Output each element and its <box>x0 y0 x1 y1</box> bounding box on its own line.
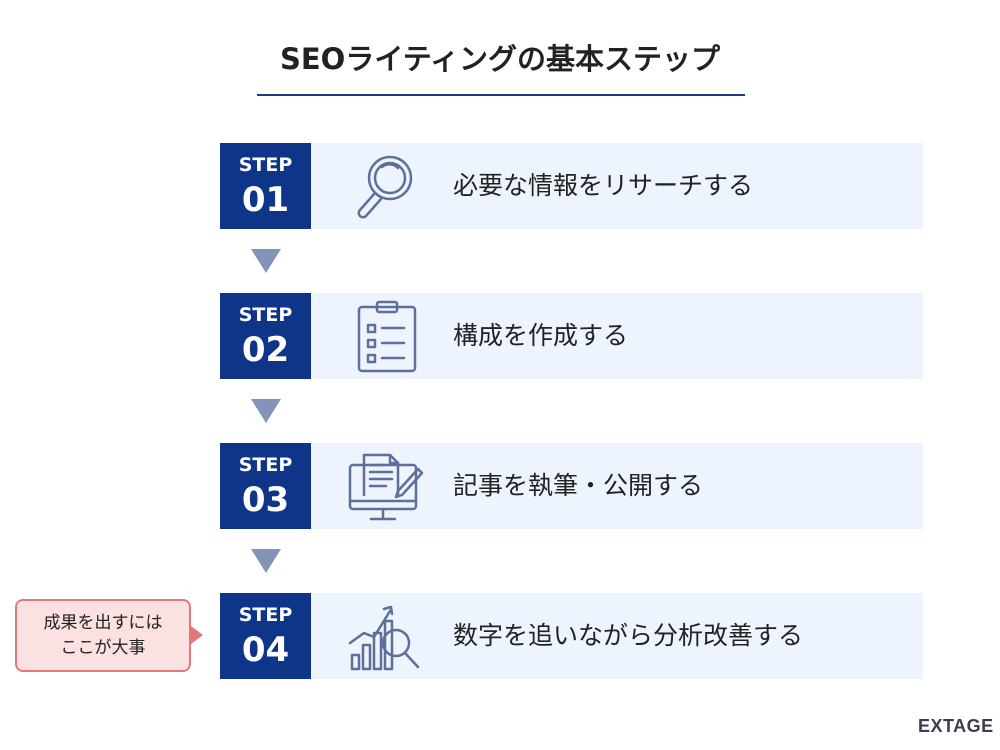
step-badge: STEP 04 <box>220 593 311 679</box>
step-text: 数字を追いながら分析改善する <box>453 621 804 650</box>
step-panel: 記事を執筆・公開する <box>311 443 923 529</box>
callout-line-2: ここが大事 <box>60 638 146 658</box>
step-row-04: STEP 04 数字を追いながら分析改善する <box>220 593 923 679</box>
callout-line-1: 成果を出すには <box>43 613 163 633</box>
step-number: 03 <box>241 480 290 520</box>
step-row-03: STEP 03 記事を執筆・公開する <box>220 443 923 529</box>
step-panel: 必要な情報をリサーチする <box>311 143 923 229</box>
step-number: 01 <box>241 180 290 220</box>
callout-pointer <box>191 626 203 644</box>
step-panel: 数字を追いながら分析改善する <box>311 593 923 679</box>
step-text: 記事を執筆・公開する <box>453 471 704 500</box>
page-title: SEOライティングの基本ステップ <box>279 42 721 76</box>
step-label: STEP <box>238 304 293 326</box>
step-label: STEP <box>238 604 293 626</box>
step-row-02: STEP 02 構成を作成する <box>220 293 923 379</box>
brand-logo: EXTAGE <box>918 716 994 736</box>
down-arrow-icon <box>251 249 281 273</box>
step-badge: STEP 02 <box>220 293 311 379</box>
step-text: 構成を作成する <box>453 321 629 350</box>
monitor-document-pen-icon <box>348 453 424 521</box>
step-row-01: STEP 01 必要な情報をリサーチする <box>220 143 923 229</box>
step-label: STEP <box>238 154 293 176</box>
down-arrow-icon <box>251 549 281 573</box>
step-number: 02 <box>241 330 290 370</box>
title-underline <box>257 94 745 96</box>
clipboard-checklist-icon <box>357 300 417 373</box>
magnifier-icon <box>357 155 413 219</box>
step-badge: STEP 01 <box>220 143 311 229</box>
callout-bubble: 成果を出すには ここが大事 <box>15 599 191 672</box>
step-badge: STEP 03 <box>220 443 311 529</box>
chart-magnifier-icon <box>348 605 420 671</box>
step-panel: 構成を作成する <box>311 293 923 379</box>
step-text: 必要な情報をリサーチする <box>453 171 754 200</box>
step-number: 04 <box>241 630 290 670</box>
down-arrow-icon <box>251 399 281 423</box>
step-label: STEP <box>238 454 293 476</box>
